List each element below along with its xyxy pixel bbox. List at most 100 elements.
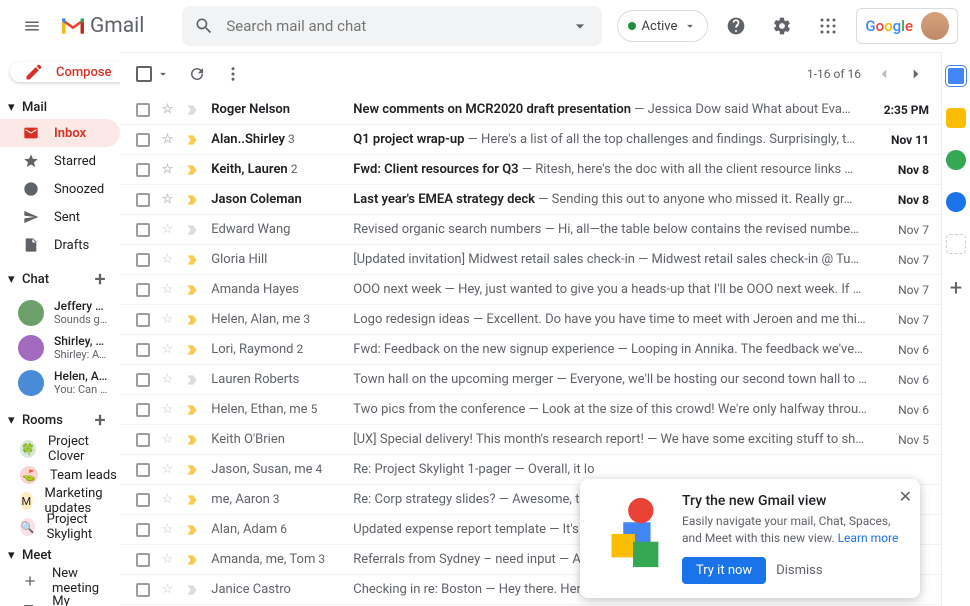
importance-marker[interactable] [185, 583, 199, 597]
account-box[interactable]: Google [856, 8, 958, 44]
row-checkbox[interactable] [136, 163, 150, 177]
add-room-button[interactable]: + [95, 408, 106, 432]
row-checkbox[interactable] [136, 343, 150, 357]
mail-row[interactable]: ☆Jason ColemanLast year's EMEA strategy … [120, 185, 941, 215]
importance-marker[interactable] [185, 373, 199, 387]
sidebar-item-sent[interactable]: Sent [0, 203, 120, 231]
importance-marker[interactable] [185, 523, 199, 537]
addons-icon[interactable] [946, 234, 966, 254]
star-button[interactable]: ☆ [162, 162, 174, 177]
refresh-button[interactable] [188, 65, 206, 83]
row-checkbox[interactable] [136, 283, 150, 297]
room-item[interactable]: 🔍Project Skylight [0, 514, 120, 540]
row-checkbox[interactable] [136, 433, 150, 447]
star-button[interactable]: ☆ [162, 372, 174, 387]
star-button[interactable]: ☆ [162, 402, 174, 417]
sidebar-item-snoozed[interactable]: Snoozed [0, 175, 120, 203]
star-button[interactable]: ☆ [162, 282, 174, 297]
star-button[interactable]: ☆ [162, 222, 174, 237]
promo-learn-more-link[interactable]: Learn more [838, 531, 899, 545]
star-button[interactable]: ☆ [162, 132, 174, 147]
importance-marker[interactable] [185, 193, 199, 207]
row-checkbox[interactable] [136, 193, 150, 207]
star-button[interactable]: ☆ [162, 102, 174, 117]
importance-marker[interactable] [185, 553, 199, 567]
mail-row[interactable]: ☆Keith, Lauren2Fwd: Client resources for… [120, 155, 941, 185]
add-sidepanel-button[interactable]: + [950, 276, 962, 301]
chevron-down-icon[interactable] [156, 67, 170, 81]
promo-try-button[interactable]: Try it now [682, 557, 766, 584]
star-button[interactable]: ☆ [162, 552, 174, 567]
row-checkbox[interactable] [136, 553, 150, 567]
row-checkbox[interactable] [136, 313, 150, 327]
contacts-icon[interactable] [946, 192, 966, 212]
settings-button[interactable] [764, 8, 800, 44]
sidebar-item-starred[interactable]: Starred [0, 147, 120, 175]
importance-marker[interactable] [185, 163, 199, 177]
status-chip[interactable]: Active [617, 10, 709, 42]
mail-row[interactable]: ☆Helen, Alan, me3Logo redesign ideas — E… [120, 305, 941, 335]
row-checkbox[interactable] [136, 463, 150, 477]
mail-row[interactable]: ☆Roger NelsonNew comments on MCR2020 dra… [120, 95, 941, 125]
next-page-button[interactable] [907, 65, 925, 83]
meet-item[interactable]: New meeting [0, 567, 120, 595]
mail-row[interactable]: ☆Amanda HayesOOO next week — Hey, just w… [120, 275, 941, 305]
importance-marker[interactable] [185, 283, 199, 297]
importance-marker[interactable] [185, 463, 199, 477]
importance-marker[interactable] [185, 103, 199, 117]
star-button[interactable]: ☆ [162, 342, 174, 357]
mail-section-header[interactable]: ▾Mail [0, 96, 120, 119]
star-button[interactable]: ☆ [162, 582, 174, 597]
importance-marker[interactable] [185, 493, 199, 507]
mail-row[interactable]: ☆Edward WangRevised organic search numbe… [120, 215, 941, 245]
importance-marker[interactable] [185, 313, 199, 327]
room-item[interactable]: MMarketing updates [0, 488, 120, 514]
rooms-section-header[interactable]: ▾Rooms+ [0, 404, 120, 436]
chat-section-header[interactable]: ▾Chat+ [0, 263, 120, 295]
row-checkbox[interactable] [136, 583, 150, 597]
star-button[interactable]: ☆ [162, 252, 174, 267]
help-button[interactable] [718, 8, 754, 44]
logo-area[interactable]: Gmail [60, 14, 144, 38]
room-item[interactable]: 🍀Project Clover [0, 436, 120, 462]
row-checkbox[interactable] [136, 133, 150, 147]
chat-item[interactable]: Shirley, JefferyShirley: Awesome, thanks… [0, 330, 120, 365]
row-checkbox[interactable] [136, 373, 150, 387]
hamburger-menu-button[interactable] [12, 6, 52, 46]
importance-marker[interactable] [185, 253, 199, 267]
select-all-checkbox[interactable] [136, 66, 170, 82]
importance-marker[interactable] [185, 403, 199, 417]
star-button[interactable]: ☆ [162, 492, 174, 507]
row-checkbox[interactable] [136, 253, 150, 267]
search-box[interactable] [182, 6, 602, 46]
mail-row[interactable]: ☆Lauren RobertsTown hall on the upcoming… [120, 365, 941, 395]
importance-marker[interactable] [185, 433, 199, 447]
star-button[interactable]: ☆ [162, 432, 174, 447]
row-checkbox[interactable] [136, 403, 150, 417]
room-item[interactable]: ⛳Team leads [0, 462, 120, 488]
star-button[interactable]: ☆ [162, 312, 174, 327]
star-button[interactable]: ☆ [162, 192, 174, 207]
sidebar-item-inbox[interactable]: Inbox [0, 119, 120, 147]
add-chat-button[interactable]: + [95, 267, 106, 291]
calendar-icon[interactable] [946, 66, 966, 86]
mail-row[interactable]: ☆Lori, Raymond2Fwd: Feedback on the new … [120, 335, 941, 365]
dropdown-caret-icon[interactable] [570, 16, 590, 36]
chat-item[interactable]: Jeffery ClarkSounds great! [0, 295, 120, 330]
meet-item[interactable]: My meetings [0, 595, 120, 606]
search-input[interactable] [226, 17, 558, 35]
star-button[interactable]: ☆ [162, 522, 174, 537]
star-button[interactable]: ☆ [162, 462, 174, 477]
row-checkbox[interactable] [136, 523, 150, 537]
chat-item[interactable]: Helen, Adam, GregoryYou: Can we reschedu… [0, 365, 120, 400]
prev-page-button[interactable] [875, 65, 893, 83]
mail-row[interactable]: ☆Alan..Shirley3Q1 project wrap-up — Here… [120, 125, 941, 155]
importance-marker[interactable] [185, 223, 199, 237]
meet-section-header[interactable]: ▾Meet [0, 544, 120, 567]
tasks-icon[interactable] [946, 150, 966, 170]
mail-row[interactable]: ☆Keith O'Brien[UX] Special delivery! Thi… [120, 425, 941, 455]
sidebar-item-drafts[interactable]: Drafts [0, 231, 120, 259]
mail-row[interactable]: ☆Helen, Ethan, me5Two pics from the conf… [120, 395, 941, 425]
avatar[interactable] [921, 12, 949, 40]
row-checkbox[interactable] [136, 223, 150, 237]
